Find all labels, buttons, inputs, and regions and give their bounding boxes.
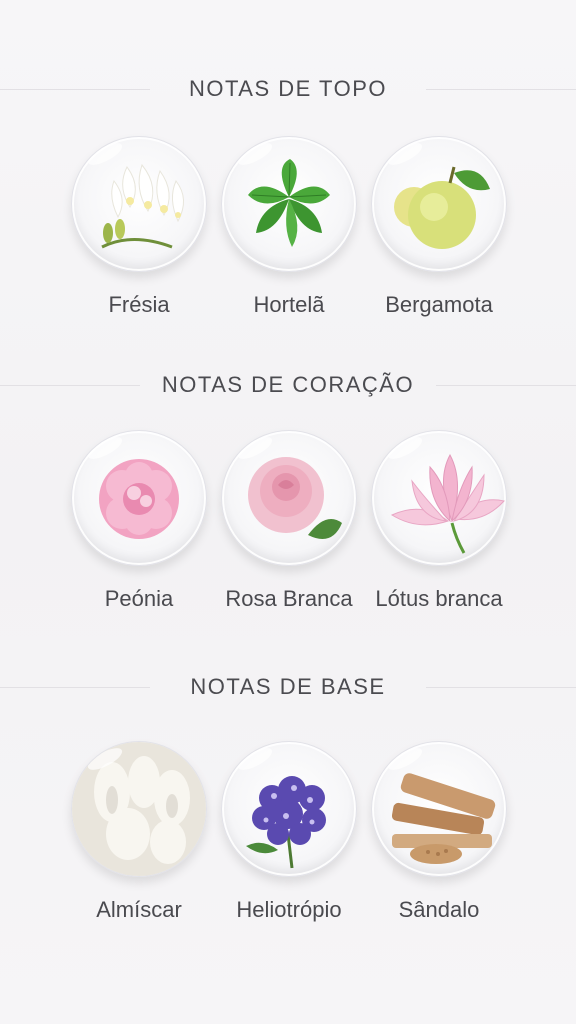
section-title: NOTAS DE BASE [190,674,386,699]
note-item-mint[interactable]: Hortelã [214,136,364,318]
note-item-rose[interactable]: Rosa Branca [214,430,364,612]
note-label: Rosa Branca [225,586,353,611]
notes-row-base: Almíscar Heliotrópio Sândalo [0,741,576,941]
heliotrope-icon [221,741,357,877]
sandalwood-icon [371,741,507,877]
note-label: Lótus branca [375,586,503,611]
section-base-notes: NOTAS DE BASE [0,668,576,708]
lotus-icon [371,430,507,566]
section-title: NOTAS DE TOPO [189,76,387,101]
section-title: NOTAS DE CORAÇÃO [161,372,415,397]
note-item-lotus[interactable]: Lótus branca [364,430,514,612]
note-label: Hortelã [253,292,325,317]
peony-icon [71,430,207,566]
note-item-heliotrope[interactable]: Heliotrópio [214,741,364,923]
note-label: Sândalo [398,897,480,922]
freesia-icon [71,136,207,272]
note-label: Heliotrópio [236,897,342,922]
note-item-sandalwood[interactable]: Sândalo [364,741,514,923]
note-label: Almíscar [96,897,182,922]
note-item-peony[interactable]: Peónia [64,430,214,612]
section-heart-notes: NOTAS DE CORAÇÃO [0,366,576,406]
note-label: Bergamota [385,292,493,317]
notes-row-heart: Peónia Rosa Branca Lótus branca [0,430,576,630]
note-item-bergamot[interactable]: Bergamota [364,136,514,318]
mint-icon [221,136,357,272]
rose-icon [221,430,357,566]
note-label: Frésia [108,292,170,317]
musk-icon [71,741,207,877]
section-header: NOTAS DE TOPO [0,70,576,110]
bergamot-icon [371,136,507,272]
note-label: Peónia [104,586,174,611]
notes-row-top: Frésia Hortelã Bergamota [0,136,576,336]
note-item-musk[interactable]: Almíscar [64,741,214,923]
section-header: NOTAS DE BASE [0,668,576,708]
note-item-freesia[interactable]: Frésia [64,136,214,318]
section-top-notes: NOTAS DE TOPO [0,70,576,110]
section-header: NOTAS DE CORAÇÃO [0,366,576,406]
